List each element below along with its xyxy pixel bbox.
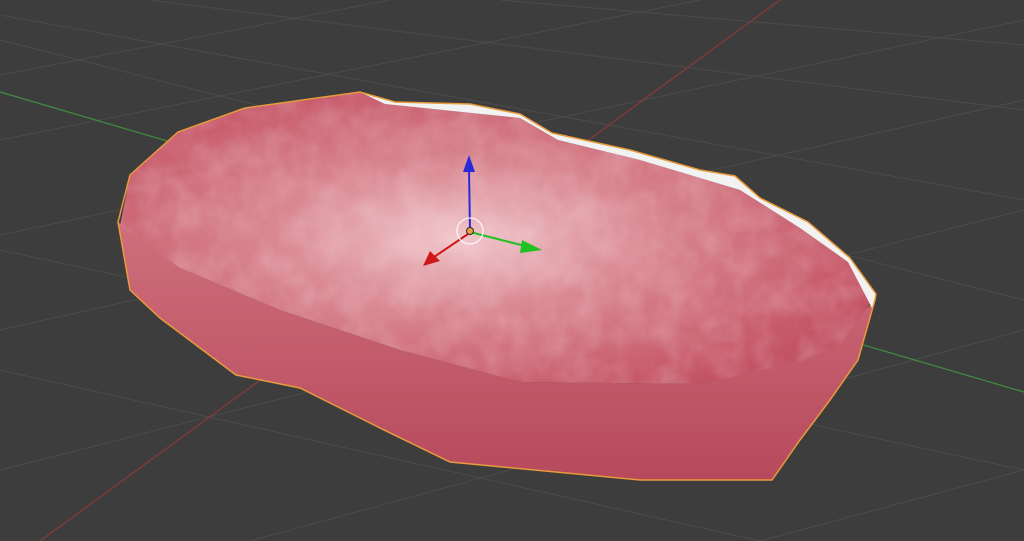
object-origin-point xyxy=(466,227,474,235)
3d-viewport[interactable] xyxy=(0,0,1024,541)
gizmo-z-axis-line xyxy=(468,169,471,231)
